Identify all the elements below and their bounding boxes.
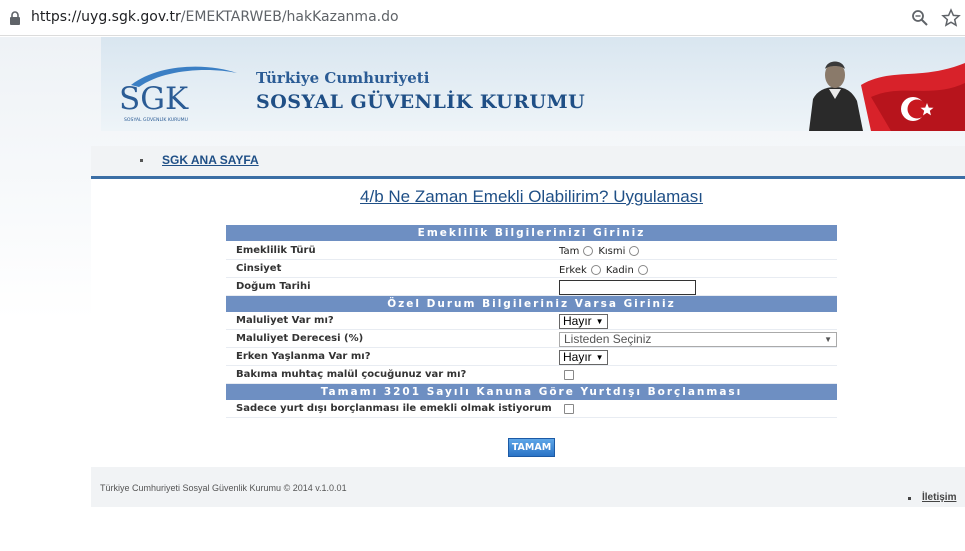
- row-birth-date: Doğum Tarihi: [226, 278, 837, 296]
- url-path: /EMEKTARWEB/hakKazanma.do: [180, 9, 399, 25]
- disability-degree-select[interactable]: Listeden Seçiniz ▼: [559, 331, 837, 347]
- row-disability-degree: Maluliyet Derecesi (%) Listeden Seçiniz ▼: [226, 330, 837, 348]
- retirement-type-kismi-label: Kısmi: [598, 245, 626, 257]
- abroad-only-checkbox[interactable]: [564, 404, 574, 414]
- footer-bullet: [908, 497, 911, 500]
- sgk-home-link[interactable]: SGK ANA SAYFA: [162, 153, 259, 167]
- lock-icon: [10, 11, 20, 25]
- sgk-logo-text: SGK: [119, 81, 189, 117]
- gender-kadin-label: Kadin: [605, 264, 634, 276]
- disability-label: Maluliyet Var mı?: [236, 315, 334, 326]
- row-dependent-child: Bakıma muhtaç malül çocuğunuz var mı?: [226, 366, 837, 384]
- footer-copyright: Türkiye Cumhuriyeti Sosyal Güvenlik Kuru…: [100, 483, 347, 493]
- early-aging-select[interactable]: Hayır ▼: [559, 349, 608, 365]
- header-banner: SGK SOSYAL GÜVENLİK KURUMU Türkiye Cumhu…: [101, 37, 965, 131]
- retirement-type-label: Emeklilik Türü: [236, 245, 316, 256]
- row-disability: Maluliyet Var mı? Hayır ▼: [226, 312, 837, 330]
- contact-link[interactable]: İletişim: [922, 492, 956, 503]
- sgk-logo[interactable]: SGK SOSYAL GÜVENLİK KURUMU: [109, 59, 239, 129]
- gender-erkek-radio[interactable]: [590, 265, 601, 275]
- section-heading-retirement: Emeklilik Bilgilerinizi Giriniz: [226, 225, 837, 241]
- row-early-aging: Erken Yaşlanma Var mı? Hayır ▼: [226, 348, 837, 366]
- dependent-child-label: Bakıma muhtaç malül çocuğunuz var mı?: [236, 369, 467, 380]
- chevron-down-icon: ▼: [824, 334, 832, 344]
- early-aging-select-value: Hayır: [563, 350, 592, 364]
- footer: Türkiye Cumhuriyeti Sosyal Güvenlik Kuru…: [91, 467, 965, 507]
- section-heading-special: Özel Durum Bilgileriniz Varsa Giriniz: [226, 296, 837, 312]
- sgk-logo-subtext: SOSYAL GÜVENLİK KURUMU: [124, 116, 188, 123]
- retirement-type-tam-label: Tam: [559, 245, 580, 257]
- page-title[interactable]: 4/b Ne Zaman Emekli Olabilirim? Uygulama…: [91, 187, 965, 207]
- early-aging-label: Erken Yaşlanma Var mı?: [236, 351, 371, 362]
- browser-address-bar: https://uyg.sgk.gov.tr/EMEKTARWEB/hakKaz…: [0, 0, 965, 36]
- chevron-down-icon: ▼: [595, 316, 604, 326]
- zoom-icon[interactable]: [911, 9, 929, 27]
- disability-select[interactable]: Hayır ▼: [559, 313, 608, 329]
- retirement-type-kismi-radio[interactable]: [629, 246, 640, 256]
- disability-degree-label: Maluliyet Derecesi (%): [236, 333, 364, 344]
- nav-bullet: [140, 159, 143, 162]
- chevron-down-icon: ▼: [595, 352, 604, 362]
- header-line2: SOSYAL GÜVENLİK KURUMU: [256, 91, 586, 113]
- row-abroad-only: Sadece yurt dışı borçlanması ile emekli …: [226, 400, 837, 418]
- gender-kadin-radio[interactable]: [637, 265, 648, 275]
- url-field[interactable]: https://uyg.sgk.gov.tr/EMEKTARWEB/hakKaz…: [31, 9, 399, 25]
- header-line1: Türkiye Cumhuriyeti: [256, 69, 430, 87]
- row-gender: Cinsiyet Erkek Kadin: [226, 260, 837, 278]
- gender-erkek-label: Erkek: [559, 264, 587, 276]
- section-heading-abroad: Tamamı 3201 Sayılı Kanuna Göre Yurtdışı …: [226, 384, 837, 400]
- retirement-type-tam-radio[interactable]: [583, 246, 594, 256]
- birth-date-label: Doğum Tarihi: [236, 281, 311, 292]
- abroad-only-label: Sadece yurt dışı borçlanması ile emekli …: [236, 403, 552, 414]
- url-host: https://uyg.sgk.gov.tr: [31, 9, 181, 25]
- gender-label: Cinsiyet: [236, 263, 282, 274]
- birth-date-input[interactable]: [559, 279, 696, 295]
- ataturk-flag-image: [809, 61, 965, 131]
- disability-select-value: Hayır: [563, 314, 592, 328]
- bookmark-star-icon[interactable]: [941, 8, 961, 28]
- disability-degree-select-value: Listeden Seçiniz: [564, 332, 652, 346]
- submit-button[interactable]: TAMAM: [508, 438, 555, 457]
- nav-strip: SGK ANA SAYFA: [91, 146, 965, 176]
- dependent-child-checkbox[interactable]: [564, 370, 574, 380]
- row-retirement-type: Emeklilik Türü Tam Kısmi: [226, 242, 837, 260]
